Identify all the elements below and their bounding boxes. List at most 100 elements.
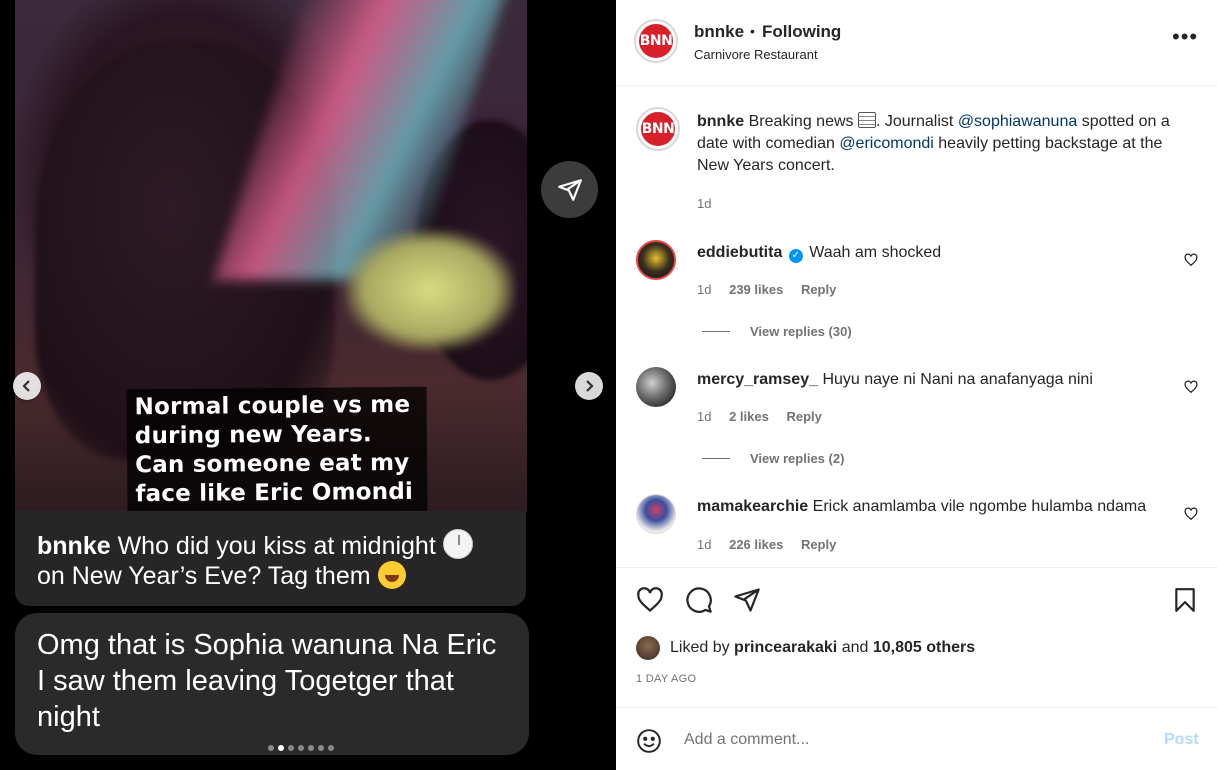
comment-meta: 1d 226 likes Reply — [697, 537, 836, 552]
mention-link[interactable]: @ericomondi — [839, 135, 934, 152]
comment-meta: 1d 239 likes Reply — [697, 282, 836, 297]
chevron-left-icon — [22, 380, 30, 392]
comment-username[interactable]: eddiebutita — [697, 244, 782, 261]
comment-avatar[interactable] — [636, 494, 676, 534]
replies-divider — [702, 458, 730, 459]
post-caption: BNN bnnke Breaking news . Journalist @so… — [636, 107, 1196, 217]
comment-like-icon[interactable] — [1184, 380, 1198, 394]
post-actions — [636, 584, 1196, 616]
carousel-dot — [288, 745, 294, 751]
comment-row: mamakearchie Erick anamlamba vile ngombe… — [636, 494, 1198, 564]
caption-segment: . Journalist — [875, 113, 954, 130]
comments-section[interactable]: BNN bnnke Breaking news . Journalist @so… — [616, 87, 1217, 568]
view-replies-label: View replies (30) — [750, 324, 852, 339]
bubble-text: Who did you kiss at midnight — [117, 532, 436, 560]
post-photo: Normal couple vs me during new Years. Ca… — [15, 0, 527, 512]
carousel-next-button[interactable] — [575, 372, 603, 400]
view-replies-label: View replies (2) — [750, 451, 845, 466]
comment-time: 1d — [697, 282, 712, 297]
liked-by-and: and — [841, 639, 869, 656]
comment-username[interactable]: mercy_ramsey_ — [697, 371, 818, 388]
chevron-right-icon — [586, 380, 594, 392]
author-username[interactable]: bnnke — [694, 22, 744, 42]
add-comment-bar: Post — [616, 707, 1217, 770]
comment-body: Erick anamlamba vile ngombe hulamba ndam… — [812, 498, 1147, 515]
comment-text: eddiebutita ✓ Waah am shocked — [697, 242, 1187, 264]
comment-like-icon[interactable] — [1184, 253, 1198, 267]
post-location[interactable]: Carnivore Restaurant — [694, 47, 818, 62]
following-button[interactable]: Following — [762, 22, 841, 42]
view-replies-button[interactable]: View replies (2) — [702, 451, 844, 466]
comment-like-icon[interactable] — [1184, 507, 1198, 521]
bnn-logo: BNN — [637, 22, 675, 60]
carousel-dot-active — [278, 745, 284, 751]
comment-row: mercy_ramsey_ Huyu naye ni Nani na anafa… — [636, 367, 1198, 467]
reply-button[interactable]: Reply — [786, 409, 821, 424]
more-options-button[interactable]: ••• — [1172, 26, 1198, 48]
caption-username[interactable]: bnnke — [697, 113, 744, 130]
liked-by: Liked by princearakaki and 10,805 others — [636, 636, 975, 660]
share-media-button[interactable] — [541, 161, 598, 218]
comment-username[interactable]: mamakearchie — [697, 498, 808, 515]
story-reply-bubble: bnnke Who did you kiss at midnight on Ne… — [15, 511, 526, 606]
overlay-caption: Normal couple vs me during new Years. Ca… — [126, 386, 428, 512]
comment-row: eddiebutita ✓ Waah am shocked 1d 239 lik… — [636, 240, 1198, 340]
carousel-dot — [268, 745, 274, 751]
comment-input[interactable] — [684, 728, 1134, 752]
replies-divider — [702, 331, 730, 332]
view-replies-button[interactable]: View replies (30) — [702, 324, 852, 339]
comment-time: 1d — [697, 409, 712, 424]
post-comment-button[interactable]: Post — [1164, 731, 1199, 749]
mention-link[interactable]: @sophiawanuna — [958, 113, 1077, 130]
likes-count[interactable]: 10,805 others — [873, 639, 975, 657]
comment-text: mamakearchie Erick anamlamba vile ngombe… — [697, 496, 1187, 518]
comment-likes[interactable]: 2 likes — [729, 409, 769, 424]
post-header: BNN bnnke • Following Carnivore Restaura… — [616, 0, 1217, 86]
comment-likes[interactable]: 239 likes — [729, 282, 783, 297]
newspaper-emoji-icon — [857, 112, 876, 128]
carousel-dot — [328, 745, 334, 751]
verified-badge-icon: ✓ — [788, 249, 803, 263]
liker-avatar[interactable] — [636, 636, 660, 660]
reply-button[interactable]: Reply — [801, 282, 836, 297]
comment-body: Waah am shocked — [809, 244, 942, 261]
carousel-dot — [308, 745, 314, 751]
comment-likes[interactable]: 226 likes — [729, 537, 783, 552]
liked-by-prefix: Liked by — [670, 639, 730, 656]
send-icon — [557, 178, 582, 201]
post-date: 1 DAY AGO — [636, 673, 697, 685]
smile-icon[interactable] — [636, 728, 662, 754]
post-media: Normal couple vs me during new Years. Ca… — [0, 0, 616, 770]
heart-icon[interactable] — [636, 586, 664, 614]
comment-meta: 1d 2 likes Reply — [697, 409, 822, 424]
header-separator: • — [750, 23, 755, 39]
caption-text: bnnke Breaking news . Journalist @sophia… — [697, 111, 1187, 177]
carousel-dot — [298, 745, 304, 751]
bubble2-text: Omg that is Sophia wanuna Na Eric I saw … — [37, 629, 497, 733]
comment-avatar[interactable] — [636, 367, 676, 407]
bubble-username: bnnke — [37, 532, 111, 560]
clock-emoji-icon — [442, 529, 473, 559]
author-avatar[interactable]: BNN — [634, 19, 678, 63]
comment-screenshot-bubble: Omg that is Sophia wanuna Na Eric I saw … — [15, 613, 529, 755]
comment-text: mercy_ramsey_ Huyu naye ni Nani na anafa… — [697, 369, 1187, 391]
caption-segment: Breaking news — [748, 113, 854, 130]
comment-body: Huyu naye ni Nani na anafanyaga nini — [822, 371, 1093, 388]
comment-avatar[interactable] — [636, 240, 676, 280]
caption-time: 1d — [697, 196, 712, 211]
bookmark-icon[interactable] — [1172, 586, 1198, 614]
more-icon: ••• — [1172, 24, 1199, 49]
post-details-panel: BNN bnnke • Following Carnivore Restaura… — [616, 0, 1217, 770]
carousel-indicator — [268, 745, 334, 751]
liker-username[interactable]: princearakaki — [734, 639, 837, 657]
caption-avatar[interactable]: BNN — [636, 107, 680, 151]
reply-button[interactable]: Reply — [801, 537, 836, 552]
laughing-emoji-icon — [377, 561, 406, 589]
bnn-logo: BNN — [639, 110, 677, 148]
carousel-prev-button[interactable] — [13, 372, 41, 400]
comment-icon[interactable] — [685, 586, 713, 614]
carousel-dot — [318, 745, 324, 751]
share-icon[interactable] — [733, 586, 761, 614]
comment-time: 1d — [697, 537, 712, 552]
bubble-text-2: on New Year’s Eve? Tag them — [37, 562, 371, 590]
